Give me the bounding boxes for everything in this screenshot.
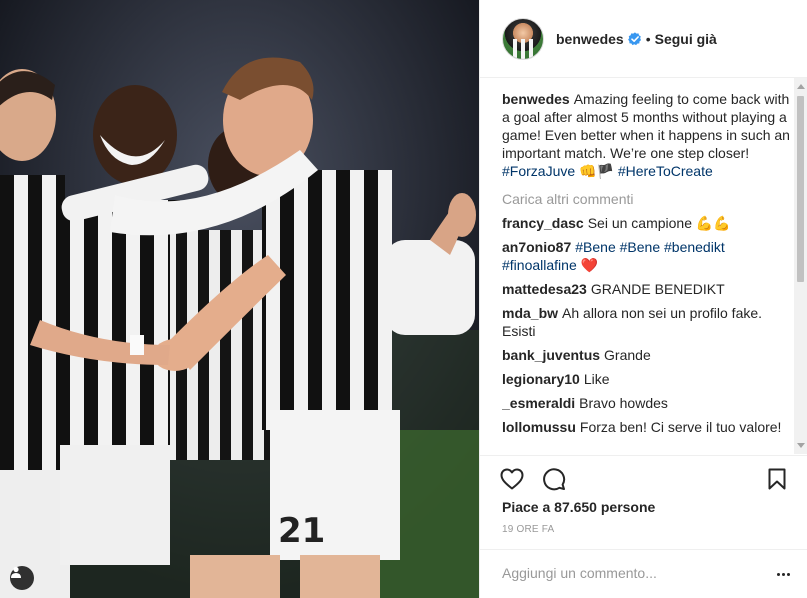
hashtag-link[interactable]: #Bene: [575, 239, 615, 255]
comment-text: Like: [583, 371, 610, 387]
hashtag-link[interactable]: #Bene: [620, 239, 660, 255]
scroll-down-arrow-icon[interactable]: [797, 443, 805, 448]
post-caption: benwedes Amazing feeling to come back wit…: [502, 90, 792, 180]
comments-list: benwedes Amazing feeling to come back wit…: [502, 90, 792, 452]
follow-status-button[interactable]: Segui già: [655, 31, 717, 47]
scrollbar-thumb[interactable]: [797, 96, 804, 282]
post-photo[interactable]: 21: [0, 0, 479, 598]
post-actions: Piace a 87.650 persone 19 ORE FA: [480, 455, 807, 549]
hashtag-link[interactable]: #finoallafine: [502, 257, 577, 273]
user-icon: [11, 566, 21, 578]
comment-username[interactable]: lollomussu: [502, 419, 576, 435]
tag-users-button[interactable]: [10, 566, 34, 590]
caption-username[interactable]: benwedes: [502, 91, 570, 107]
heart-icon: [500, 468, 524, 490]
post-header: benwedes • Segui già: [480, 0, 807, 78]
verified-badge-icon: [627, 31, 641, 45]
comment-username[interactable]: mda_bw: [502, 305, 558, 321]
comment-text: Forza ben! Ci serve il tuo valore!: [579, 419, 782, 435]
comment-item: francy_dasc Sei un campione 💪💪: [502, 214, 792, 232]
caption-emoji: 👊🏴: [579, 163, 614, 179]
comment-username[interactable]: bank_juventus: [502, 347, 600, 363]
comment-text: Grande: [604, 347, 651, 363]
avatar[interactable]: [502, 17, 544, 60]
comment-username[interactable]: _esmeraldi: [502, 395, 575, 411]
comment-username[interactable]: legionary10: [502, 371, 580, 387]
comment-item: _esmeraldi Bravo howdes: [502, 394, 792, 412]
post-photo-artwork: 21: [0, 0, 479, 598]
bookmark-icon: [768, 468, 786, 490]
load-more-comments-button[interactable]: Carica altri commenti: [502, 190, 792, 208]
hashtag-link[interactable]: #ForzaJuve: [502, 163, 575, 179]
save-button[interactable]: [763, 465, 791, 493]
comment-item: an7onio87 #Bene #Bene #benedikt #finoalla…: [502, 238, 792, 274]
comment-item: bank_juventus Grande: [502, 346, 792, 364]
like-button[interactable]: [498, 465, 526, 493]
header-separator: •: [645, 30, 651, 47]
comment-item: legionary10 Like: [502, 370, 792, 388]
post-sidebar: benwedes • Segui già benwedes Amazing fee…: [479, 0, 807, 598]
post-author-username[interactable]: benwedes: [556, 31, 624, 47]
hashtag-link[interactable]: #HereToCreate: [618, 163, 713, 179]
add-comment-bar: [480, 549, 807, 598]
comment-text: Sei un campione 💪💪: [587, 215, 731, 231]
likes-count[interactable]: Piace a 87.650 persone: [502, 499, 655, 515]
hashtag-link[interactable]: #benedikt: [664, 239, 725, 255]
jersey-number: 21: [278, 511, 325, 551]
comment-item: mattedesa23 GRANDE BENEDIKT: [502, 280, 792, 298]
comment-username[interactable]: francy_dasc: [502, 215, 584, 231]
heart-emoji: ❤️: [580, 257, 599, 273]
scroll-up-arrow-icon[interactable]: [797, 84, 805, 89]
comment-text: Bravo howdes: [579, 395, 668, 411]
comment-username[interactable]: mattedesa23: [502, 281, 587, 297]
comment-item: lollomussu Forza ben! Ci serve il tuo val…: [502, 418, 792, 436]
comment-username[interactable]: an7onio87: [502, 239, 571, 255]
post-timestamp[interactable]: 19 ORE FA: [502, 524, 554, 535]
comment-button[interactable]: [540, 465, 568, 493]
comment-item: mda_bw Ah allora non sei un profilo fake.…: [502, 304, 792, 340]
comment-icon: [543, 468, 566, 491]
comments-scrollbar[interactable]: [794, 78, 807, 454]
add-comment-input[interactable]: [502, 562, 752, 584]
comment-text: GRANDE BENEDIKT: [590, 281, 725, 297]
more-options-icon[interactable]: [772, 563, 794, 585]
